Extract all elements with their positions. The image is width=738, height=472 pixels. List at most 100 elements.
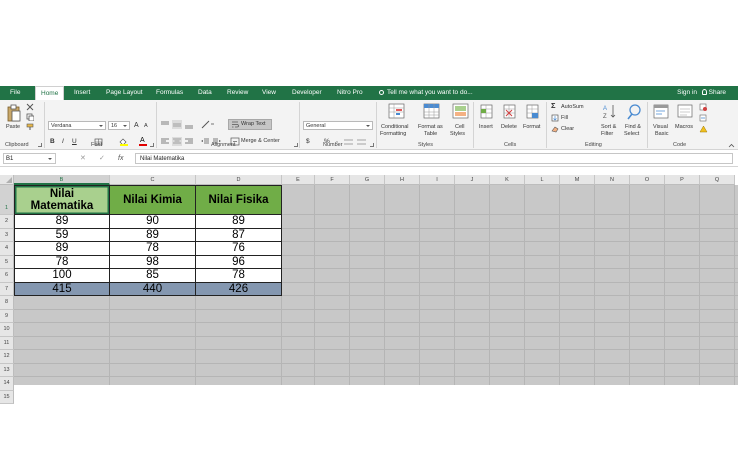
- column-header-k[interactable]: K: [490, 175, 525, 185]
- row-header-1[interactable]: 1: [0, 185, 14, 215]
- format-as-table-label-2[interactable]: Table: [424, 131, 437, 138]
- tab-developer[interactable]: Developer: [292, 86, 322, 100]
- macro-security-icon[interactable]: [699, 125, 708, 133]
- column-header-f[interactable]: F: [315, 175, 350, 185]
- row-header-9[interactable]: 9: [0, 309, 14, 323]
- currency-button[interactable]: $: [306, 138, 310, 145]
- data-cell[interactable]: 100: [14, 269, 110, 283]
- data-cell[interactable]: 87: [196, 228, 282, 242]
- column-header-n[interactable]: N: [595, 175, 630, 185]
- row-header-10[interactable]: 10: [0, 323, 14, 337]
- name-box[interactable]: B1: [3, 153, 56, 164]
- number-format-dropdown[interactable]: General: [303, 121, 373, 130]
- share-button[interactable]: Share: [701, 86, 726, 100]
- copy-icon[interactable]: [26, 113, 34, 121]
- data-cell[interactable]: 85: [110, 269, 196, 283]
- tab-nitro-pro[interactable]: Nitro Pro: [337, 86, 363, 100]
- relative-references-icon[interactable]: [699, 114, 708, 122]
- column-header-c[interactable]: C: [110, 175, 196, 185]
- row-header-8[interactable]: 8: [0, 296, 14, 310]
- data-cell[interactable]: 78: [196, 269, 282, 283]
- shrink-font-button[interactable]: A: [144, 123, 148, 130]
- data-cell[interactable]: 89: [110, 228, 196, 242]
- column-header-m[interactable]: M: [560, 175, 595, 185]
- data-cell[interactable]: 98: [110, 255, 196, 269]
- autosum-icon[interactable]: Σ: [551, 102, 556, 110]
- clear-icon[interactable]: [551, 125, 559, 133]
- header-cell-b[interactable]: Nilai Matematika: [14, 185, 110, 215]
- sort-filter-label-2[interactable]: Filter: [601, 131, 613, 138]
- visual-basic-label-2[interactable]: Basic: [655, 131, 668, 138]
- format-cells-label[interactable]: Format: [523, 124, 540, 131]
- data-cell[interactable]: 89: [14, 242, 110, 256]
- conditional-formatting-label-1[interactable]: Conditional: [381, 124, 409, 131]
- data-cell[interactable]: 96: [196, 255, 282, 269]
- font-launcher-icon[interactable]: [150, 143, 154, 147]
- total-cell-b[interactable]: 415: [14, 282, 110, 296]
- format-as-table-icon[interactable]: [423, 103, 441, 120]
- horizontal-align-icons[interactable]: [160, 137, 196, 146]
- data-cell[interactable]: 89: [196, 215, 282, 229]
- bold-button[interactable]: B: [50, 138, 55, 145]
- find-select-icon[interactable]: [627, 103, 643, 120]
- row-header-13[interactable]: 13: [0, 363, 14, 377]
- tab-home[interactable]: Home: [35, 86, 65, 101]
- paste-icon[interactable]: [6, 104, 22, 122]
- visual-basic-label-1[interactable]: Visual: [653, 124, 668, 131]
- cell-styles-label-2[interactable]: Styles: [450, 131, 465, 138]
- cell-styles-icon[interactable]: [452, 103, 470, 120]
- row-header-15[interactable]: 15: [0, 390, 14, 404]
- conditional-formatting-label-2[interactable]: Formatting: [380, 131, 406, 138]
- delete-cells-icon[interactable]: [503, 104, 517, 120]
- fill-icon[interactable]: [551, 114, 559, 122]
- sort-filter-label-1[interactable]: Sort &: [601, 124, 616, 131]
- cell-area[interactable]: Nilai Matematika Nilai Kimia Nilai Fisika 89…: [14, 185, 738, 385]
- format-painter-icon[interactable]: [26, 123, 35, 131]
- row-header-12[interactable]: 12: [0, 350, 14, 364]
- insert-cells-icon[interactable]: [480, 104, 494, 120]
- sort-filter-icon[interactable]: AZ: [602, 103, 618, 120]
- font-size-dropdown[interactable]: 16: [108, 121, 130, 130]
- merge-center-label[interactable]: Merge & Center: [241, 138, 280, 145]
- column-header-d[interactable]: D: [196, 175, 282, 185]
- insert-cells-label[interactable]: Insert: [479, 124, 493, 131]
- decimal-icons[interactable]: [343, 138, 369, 146]
- column-header-b[interactable]: B: [14, 175, 110, 185]
- insert-function-icon[interactable]: fx: [118, 153, 123, 164]
- tab-page-layout[interactable]: Page Layout: [106, 86, 143, 100]
- visual-basic-icon[interactable]: [653, 103, 669, 120]
- formula-input[interactable]: Nilai Matematika: [135, 153, 733, 164]
- tab-file[interactable]: File: [10, 86, 20, 100]
- delete-cells-label[interactable]: Delete: [501, 124, 517, 131]
- total-cell-d[interactable]: 426: [196, 282, 282, 296]
- data-cell[interactable]: 89: [14, 215, 110, 229]
- column-header-j[interactable]: J: [455, 175, 490, 185]
- column-header-q[interactable]: Q: [700, 175, 735, 185]
- data-cell[interactable]: 76: [196, 242, 282, 256]
- data-cell[interactable]: 59: [14, 228, 110, 242]
- data-cell[interactable]: 78: [14, 255, 110, 269]
- row-header-11[interactable]: 11: [0, 336, 14, 350]
- sign-in-link[interactable]: Sign in: [677, 86, 697, 100]
- italic-button[interactable]: I: [62, 138, 64, 145]
- macros-icon[interactable]: [677, 103, 693, 120]
- alignment-launcher-icon[interactable]: [294, 143, 298, 147]
- format-as-table-label-1[interactable]: Format as: [418, 124, 443, 131]
- format-cells-icon[interactable]: [526, 104, 540, 120]
- conditional-formatting-icon[interactable]: [388, 103, 406, 120]
- column-header-l[interactable]: L: [525, 175, 560, 185]
- tab-insert[interactable]: Insert: [74, 86, 90, 100]
- collapse-ribbon-icon[interactable]: [728, 143, 735, 148]
- row-header-7[interactable]: 7: [0, 282, 14, 296]
- tab-formulas[interactable]: Formulas: [156, 86, 183, 100]
- tell-me-box[interactable]: Tell me what you want to do...: [379, 86, 473, 100]
- enter-icon[interactable]: ✓: [99, 153, 105, 164]
- record-macro-icon[interactable]: [699, 103, 708, 111]
- orientation-icon[interactable]: [200, 120, 216, 129]
- tab-review[interactable]: Review: [227, 86, 248, 100]
- macros-label[interactable]: Macros: [675, 124, 693, 131]
- data-cell[interactable]: 78: [110, 242, 196, 256]
- row-header-5[interactable]: 5: [0, 255, 14, 269]
- column-header-p[interactable]: P: [665, 175, 700, 185]
- row-header-4[interactable]: 4: [0, 242, 14, 256]
